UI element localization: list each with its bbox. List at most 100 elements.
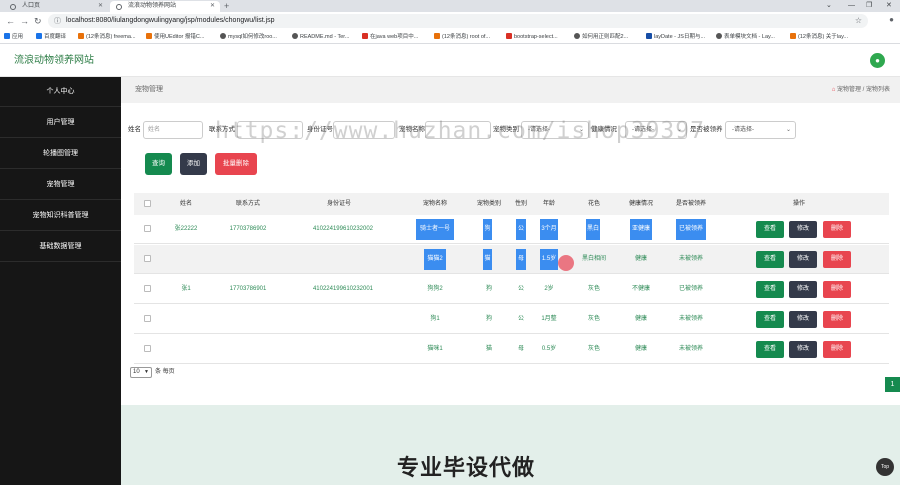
row-checkbox[interactable] (144, 345, 151, 352)
edit-button[interactable]: 修改 (789, 221, 817, 238)
th-health: 健康情况 (628, 201, 653, 207)
bookmark-item[interactable]: 在java web项目中... (362, 30, 430, 44)
close-icon[interactable]: ✕ (98, 1, 103, 12)
url-text: localhost:8080/liulangdongwulingyang/jsp… (66, 17, 275, 24)
account-icon[interactable]: ● (889, 15, 894, 24)
idcard-label: 身份证号 (307, 126, 333, 133)
minimize-icon[interactable]: — (848, 0, 855, 12)
page-icon (574, 33, 580, 39)
bookmark-item[interactable]: (12条消息) root of... (434, 30, 502, 44)
add-button[interactable]: 添加 (180, 153, 207, 175)
view-button[interactable]: 查看 (756, 311, 784, 328)
bookmark-apps[interactable]: 应用 (4, 30, 32, 44)
cell-name: 张1 (181, 286, 191, 292)
th-petname: 宠物名称 (422, 201, 447, 207)
browser-tab[interactable]: 人口页 ✕ (4, 1, 108, 12)
edit-button[interactable]: 修改 (789, 281, 817, 298)
pettype-select[interactable]: -请选择- ⌄ (521, 121, 589, 139)
batch-delete-button[interactable]: 批量删除 (215, 153, 257, 175)
info-icon[interactable]: ⓘ (54, 16, 61, 26)
cell-adopted: 未被领养 (678, 256, 703, 262)
per-page-label: 条 每页 (155, 369, 175, 375)
sidebar-item-pet-management[interactable]: 宠物管理 (0, 170, 121, 200)
idcard-input[interactable] (333, 121, 395, 139)
adopted-select[interactable]: -请选择- ⌄ (725, 121, 796, 139)
health-select[interactable]: -请选择- ⌄ (625, 121, 687, 139)
reload-icon[interactable]: ↻ (34, 15, 42, 27)
delete-button[interactable]: 删除 (823, 251, 851, 268)
cell-pettype: 狗 (483, 219, 492, 240)
cell-petname: 狗狗2 (427, 286, 443, 292)
csdn-icon (790, 33, 796, 39)
edit-button[interactable]: 修改 (789, 311, 817, 328)
url-field[interactable]: ⓘ localhost:8080/liulangdongwulingyang/j… (48, 14, 868, 28)
page-button-current[interactable]: 1 (885, 377, 900, 392)
th-name: 姓名 (179, 201, 192, 207)
row-checkbox[interactable] (144, 225, 151, 232)
close-window-icon[interactable]: ✕ (886, 0, 892, 12)
new-tab-button[interactable]: + (224, 0, 229, 12)
name-input[interactable] (143, 121, 203, 139)
sidebar-item-carousel-management[interactable]: 轮播图管理 (0, 139, 121, 169)
cell-health: 亚健康 (630, 219, 652, 240)
bookmark-item[interactable]: mysql如何修改roo... (220, 30, 288, 44)
site-title[interactable]: 流浪动物领养网站 (14, 45, 94, 77)
bookmark-item[interactable]: (12条消息) freema... (78, 30, 142, 44)
sidebar-item-base-data[interactable]: 基础数据管理 (0, 232, 121, 262)
back-arrow-icon[interactable]: ← (6, 15, 15, 27)
bookmark-item[interactable]: (12条消息) 关于lay... (790, 30, 860, 44)
petname-input[interactable] (425, 121, 491, 139)
bookmark-item[interactable]: layDate - JS日期与... (646, 30, 712, 44)
view-button[interactable]: 查看 (756, 251, 784, 268)
bookmark-item[interactable]: 表单模块文档 - Lay... (716, 30, 786, 44)
close-icon[interactable]: ✕ (210, 1, 215, 12)
view-button[interactable]: 查看 (756, 281, 784, 298)
page-icon (362, 33, 368, 39)
health-label: 健康情况 (591, 126, 617, 133)
row-checkbox[interactable] (144, 255, 151, 262)
forward-arrow-icon[interactable]: → (20, 15, 29, 27)
csdn-icon (434, 33, 440, 39)
delete-button[interactable]: 删除 (823, 341, 851, 358)
th-phone: 联系方式 (235, 201, 260, 207)
th-age: 年龄 (542, 201, 555, 207)
row-checkbox[interactable] (144, 285, 151, 292)
row-checkbox[interactable] (144, 315, 151, 322)
maximize-icon[interactable]: ❐ (866, 0, 872, 12)
bookmark-item[interactable]: 如何用正则匹配2... (574, 30, 642, 44)
delete-button[interactable]: 删除 (823, 311, 851, 328)
cell-health: 不健康 (631, 286, 650, 292)
sidebar-item-user-management[interactable]: 用户管理 (0, 108, 121, 138)
tab-label: 流浪动物领养网站 (128, 3, 177, 9)
edit-button[interactable]: 修改 (789, 251, 817, 268)
home-icon[interactable]: ⌂ (832, 87, 836, 93)
bookmark-item[interactable]: README.md - Ter... (292, 30, 358, 44)
view-button[interactable]: 查看 (756, 221, 784, 238)
search-button[interactable]: 查询 (145, 153, 172, 175)
phone-input[interactable] (237, 121, 303, 139)
address-bar: ← → ↻ ⓘ localhost:8080/liulangdongwuling… (0, 12, 900, 30)
bookmark-item[interactable]: 使用UEditor 报错C... (146, 30, 216, 44)
back-to-top-button[interactable]: Top (876, 458, 894, 476)
select-all-checkbox[interactable] (144, 200, 151, 207)
view-button[interactable]: 查看 (756, 341, 784, 358)
th-pettype: 宠物类别 (476, 201, 501, 207)
breadcrumb: ⌂ 宠物管理 / 宠物列表 (832, 77, 890, 103)
browser-tab-active[interactable]: 流浪动物领养网站 ✕ (110, 1, 220, 12)
delete-button[interactable]: 删除 (823, 221, 851, 238)
sidebar-item-pet-knowledge[interactable]: 宠物知识科普管理 (0, 201, 121, 231)
cell-pettype: 狗 (485, 316, 492, 322)
user-icon[interactable]: ● (870, 53, 885, 68)
edit-button[interactable]: 修改 (789, 341, 817, 358)
th-actions: 操作 (792, 201, 805, 207)
bookmark-item[interactable]: bootstrap-select... (506, 30, 570, 44)
sidebar-item-personal-center[interactable]: 个人中心 (0, 77, 121, 107)
delete-button[interactable]: 删除 (823, 281, 851, 298)
chevron-down-icon[interactable]: ⌄ (826, 0, 832, 12)
page-size-select[interactable]: 10 ▼ (130, 367, 152, 378)
cell-health: 健康 (634, 316, 647, 322)
bookmark-item[interactable]: 百度翻译 (36, 30, 74, 44)
breadcrumb-text[interactable]: 宠物管理 / 宠物列表 (837, 87, 890, 93)
star-icon[interactable]: ☆ (855, 14, 862, 28)
adopted-label: 是否被领养 (690, 126, 723, 133)
